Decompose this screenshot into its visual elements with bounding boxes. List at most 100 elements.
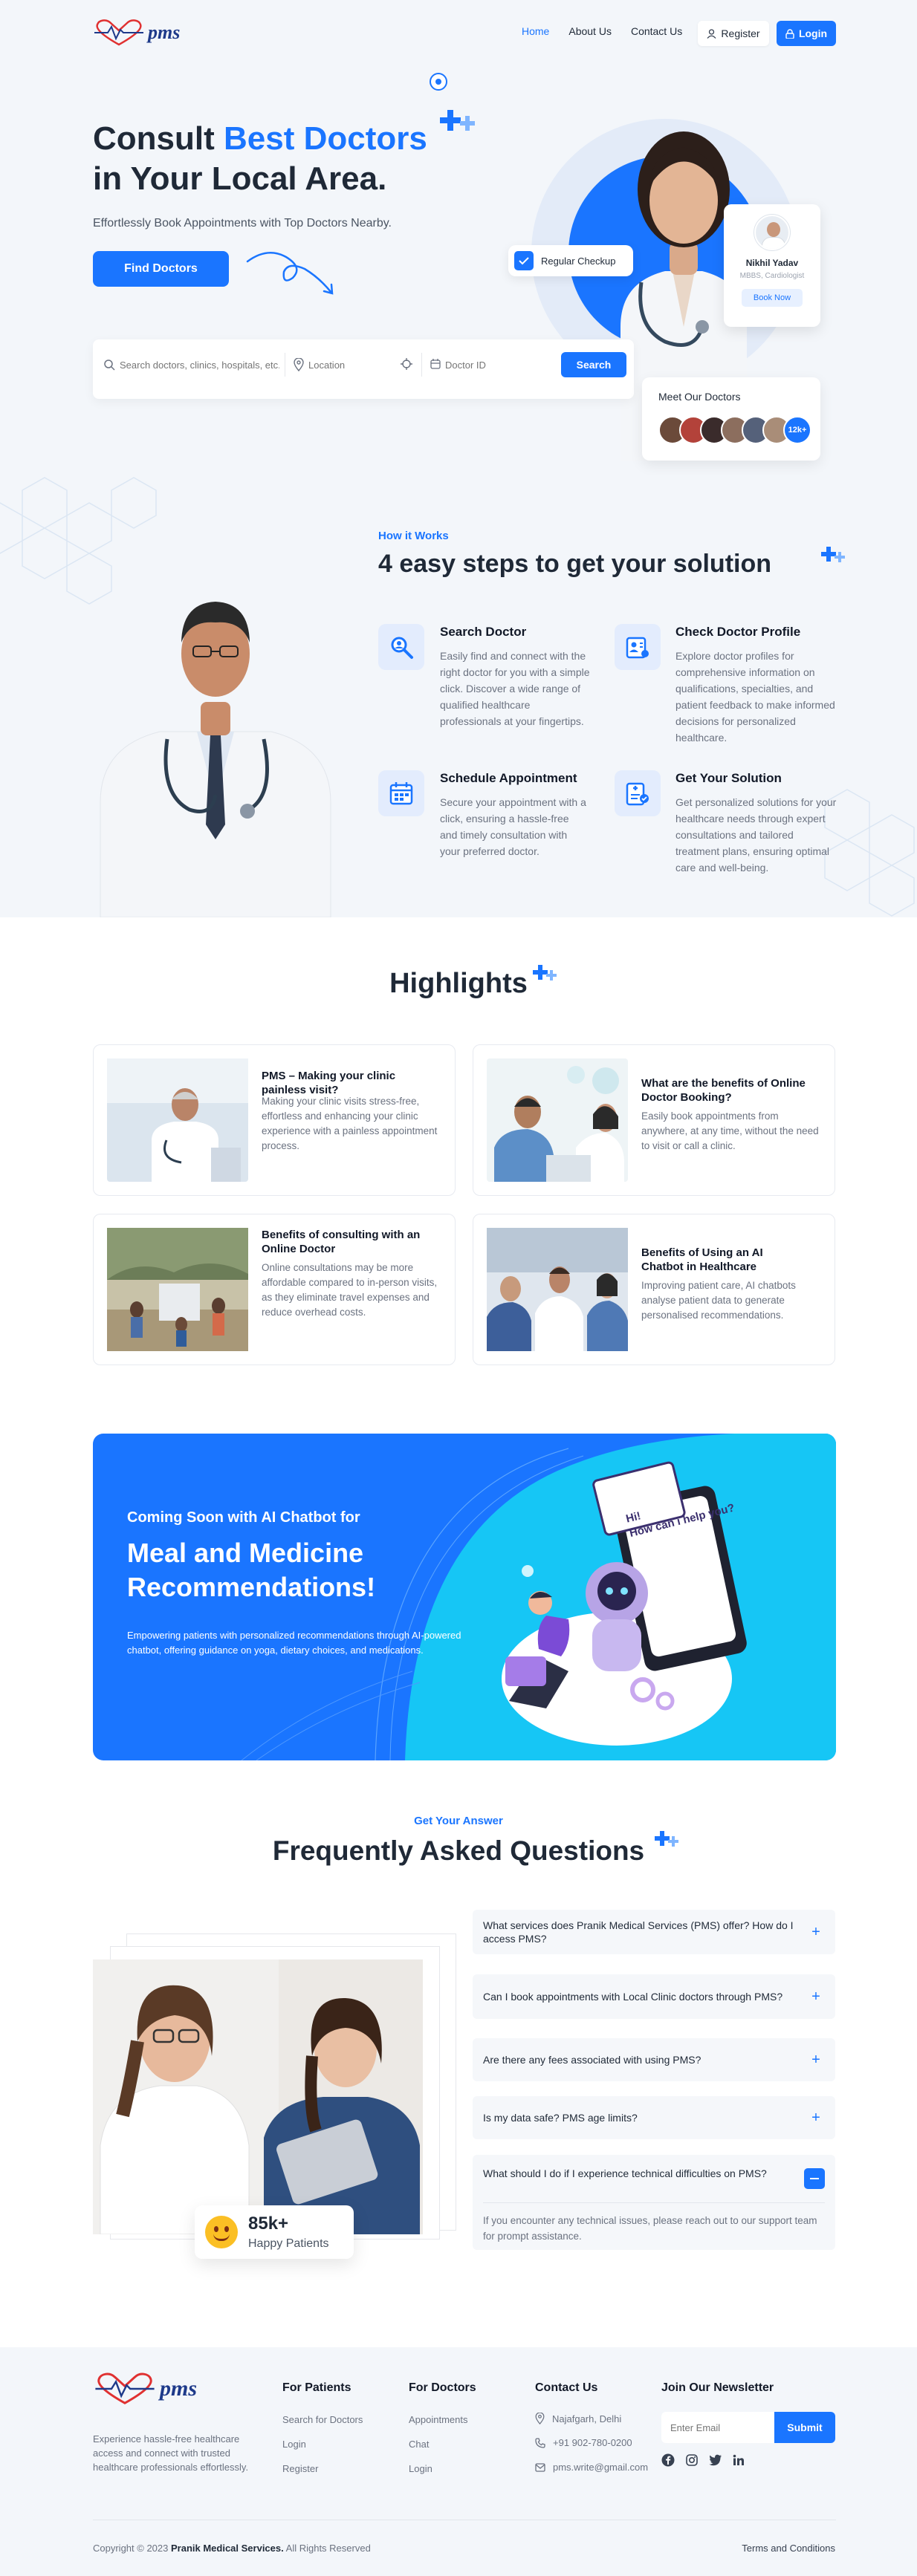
site-footer: pms Experience hassle-free healthcare ac…	[0, 2347, 917, 2576]
step-title: Get Your Solution	[675, 771, 782, 785]
step-icon-profile	[615, 624, 661, 670]
ai-chatbot-banner: Hi! How can i help you? Coming Soon with…	[93, 1434, 836, 1760]
step-title: Check Doctor Profile	[675, 625, 801, 639]
instagram-icon[interactable]	[685, 2453, 699, 2467]
plus-icon[interactable]: +	[809, 2110, 823, 2125]
plus-icon[interactable]: +	[809, 1925, 823, 1939]
search-input[interactable]	[120, 354, 279, 375]
medical-report-icon	[626, 782, 649, 806]
register-button[interactable]: Register	[698, 21, 769, 46]
highlight-title: What are the benefits of Online Doctor B…	[641, 1077, 806, 1104]
book-now-button[interactable]: Book Now	[742, 289, 803, 307]
faq-item[interactable]: Is my data safe? PMS age limits? +	[473, 2096, 835, 2139]
highlight-card[interactable]: Benefits of consulting with an Online Do…	[93, 1214, 456, 1365]
login-button[interactable]: Login	[777, 21, 836, 46]
footer-link[interactable]: Appointments	[409, 2414, 468, 2425]
highlight-card[interactable]: Benefits of Using an AI Chatbot in Healt…	[473, 1214, 835, 1365]
terms-link[interactable]: Terms and Conditions	[721, 2543, 835, 2554]
faq-item-open[interactable]: What should I do if I experience technic…	[473, 2155, 835, 2250]
meet-doctors-card: Meet Our Doctors 12k+	[642, 377, 820, 461]
footer-phone[interactable]: +91 902-780-0200	[535, 2437, 632, 2448]
nav-home[interactable]: Home	[522, 25, 549, 37]
logo[interactable]: pms	[93, 18, 180, 48]
highlight-title: PMS – Making your clinic painless visit?	[262, 1070, 396, 1096]
calendar-icon	[389, 782, 413, 805]
faq-eyebrow: Get Your Answer	[414, 1815, 503, 1827]
plus-icon[interactable]: +	[809, 1989, 823, 2004]
newsletter-submit-button[interactable]: Submit	[774, 2412, 835, 2443]
location-input[interactable]	[308, 354, 398, 375]
faq-question: Is my data safe? PMS age limits?	[483, 2112, 638, 2124]
newsletter-title: Join Our Newsletter	[661, 2381, 774, 2394]
step-icon-schedule	[378, 770, 424, 816]
footer-contact-title: Contact Us	[535, 2381, 598, 2394]
faq-item[interactable]: Can I book appointments with Local Clini…	[473, 1974, 835, 2019]
nav-about-us[interactable]: About Us	[568, 25, 612, 37]
linkedin-icon[interactable]	[733, 2454, 745, 2466]
footer-address: Najafgarh, Delhi	[535, 2413, 621, 2424]
faq-item[interactable]: What services does Pranik Medical Servic…	[473, 1910, 835, 1954]
faq-item[interactable]: Are there any fees associated with using…	[473, 2038, 835, 2081]
nav-contact-us[interactable]: Contact Us	[631, 25, 682, 37]
facebook-icon[interactable]	[661, 2453, 675, 2467]
checkup-badge: Regular Checkup	[508, 245, 633, 276]
footer-about: Experience hassle-free healthcare access…	[93, 2433, 249, 2473]
hero-title-part1: Consult	[93, 120, 224, 157]
highlight-text: Easily book appointments from anywhere, …	[641, 1110, 819, 1151]
footer-patients-title: For Patients	[282, 2381, 351, 2394]
meet-doctors-title: Meet Our Doctors	[658, 391, 741, 403]
search-icon	[104, 360, 115, 371]
heart-pulse-logo-icon	[95, 2372, 155, 2404]
social-links	[661, 2453, 745, 2467]
footer-link[interactable]: Register	[282, 2463, 318, 2474]
how-title: 4 easy steps to get your solution	[378, 550, 772, 578]
faq-question: What services does Pranik Medical Servic…	[483, 1919, 794, 1945]
footer-email[interactable]: pms.write@gmail.com	[535, 2462, 648, 2473]
footer-link[interactable]: Login	[409, 2463, 432, 2474]
find-doctors-button[interactable]: Find Doctors	[93, 251, 229, 287]
copyright-post: All Rights Reserved	[283, 2543, 371, 2554]
minus-button[interactable]	[804, 2168, 825, 2189]
lock-icon	[785, 28, 794, 39]
search-doctor-icon	[391, 637, 413, 659]
step-icon-solution	[615, 770, 661, 816]
mail-icon	[535, 2462, 545, 2472]
footer-link[interactable]: Chat	[409, 2439, 429, 2450]
male-doctor-illustration	[100, 602, 331, 917]
search-button[interactable]: Search	[561, 352, 626, 377]
decor-dot	[435, 79, 441, 85]
highlight-text: Improving patient care, AI chatbots anal…	[641, 1280, 796, 1321]
location-pin-icon	[535, 2413, 545, 2424]
stat-value: 85k+	[248, 2214, 289, 2234]
footer-link[interactable]: Search for Doctors	[282, 2414, 363, 2425]
highlight-card[interactable]: What are the benefits of Online Doctor B…	[473, 1044, 835, 1196]
logo-text: pms	[148, 22, 181, 43]
faq-divider	[483, 2202, 825, 2203]
footer-logo[interactable]: pms	[93, 2371, 197, 2407]
step-title: Search Doctor	[440, 625, 527, 639]
happy-patients-card: 85k+ Happy Patients	[195, 2205, 354, 2259]
twitter-icon[interactable]	[709, 2454, 722, 2466]
step-text: Easily find and connect with the right d…	[440, 650, 590, 727]
doctor-profile-card: Nikhil Yadav MBBS, Cardiologist Book Now	[724, 204, 820, 327]
email-text: pms.write@gmail.com	[553, 2462, 649, 2473]
highlight-image	[487, 1058, 628, 1182]
plus-icon[interactable]: +	[809, 2052, 823, 2067]
doctor-id-input[interactable]	[445, 354, 549, 375]
footer-link[interactable]: Login	[282, 2439, 306, 2450]
location-pin-icon	[294, 358, 304, 371]
phone-icon	[535, 2437, 545, 2448]
crosshair-icon[interactable]	[401, 358, 412, 370]
copyright-brand: Pranik Medical Services.	[170, 2543, 284, 2554]
plus-decor-icon	[533, 965, 557, 980]
doctor-name: Nikhil Yadav	[745, 258, 799, 268]
highlight-card[interactable]: PMS – Making your clinic painless visit?…	[93, 1044, 456, 1196]
newsletter-email-input[interactable]	[670, 2418, 767, 2437]
copyright-pre: Copyright © 2023	[93, 2543, 171, 2554]
hero-title: Consult Best Doctors in Your Local Area.	[93, 119, 479, 199]
calendar-id-icon	[430, 359, 441, 369]
highlight-title: Benefits of consulting with an Online Do…	[262, 1229, 421, 1255]
faq-answer: If you encounter any technical issues, p…	[483, 2215, 817, 2242]
footer-doctors-title: For Doctors	[409, 2381, 476, 2394]
curly-arrow-icon	[246, 252, 334, 295]
